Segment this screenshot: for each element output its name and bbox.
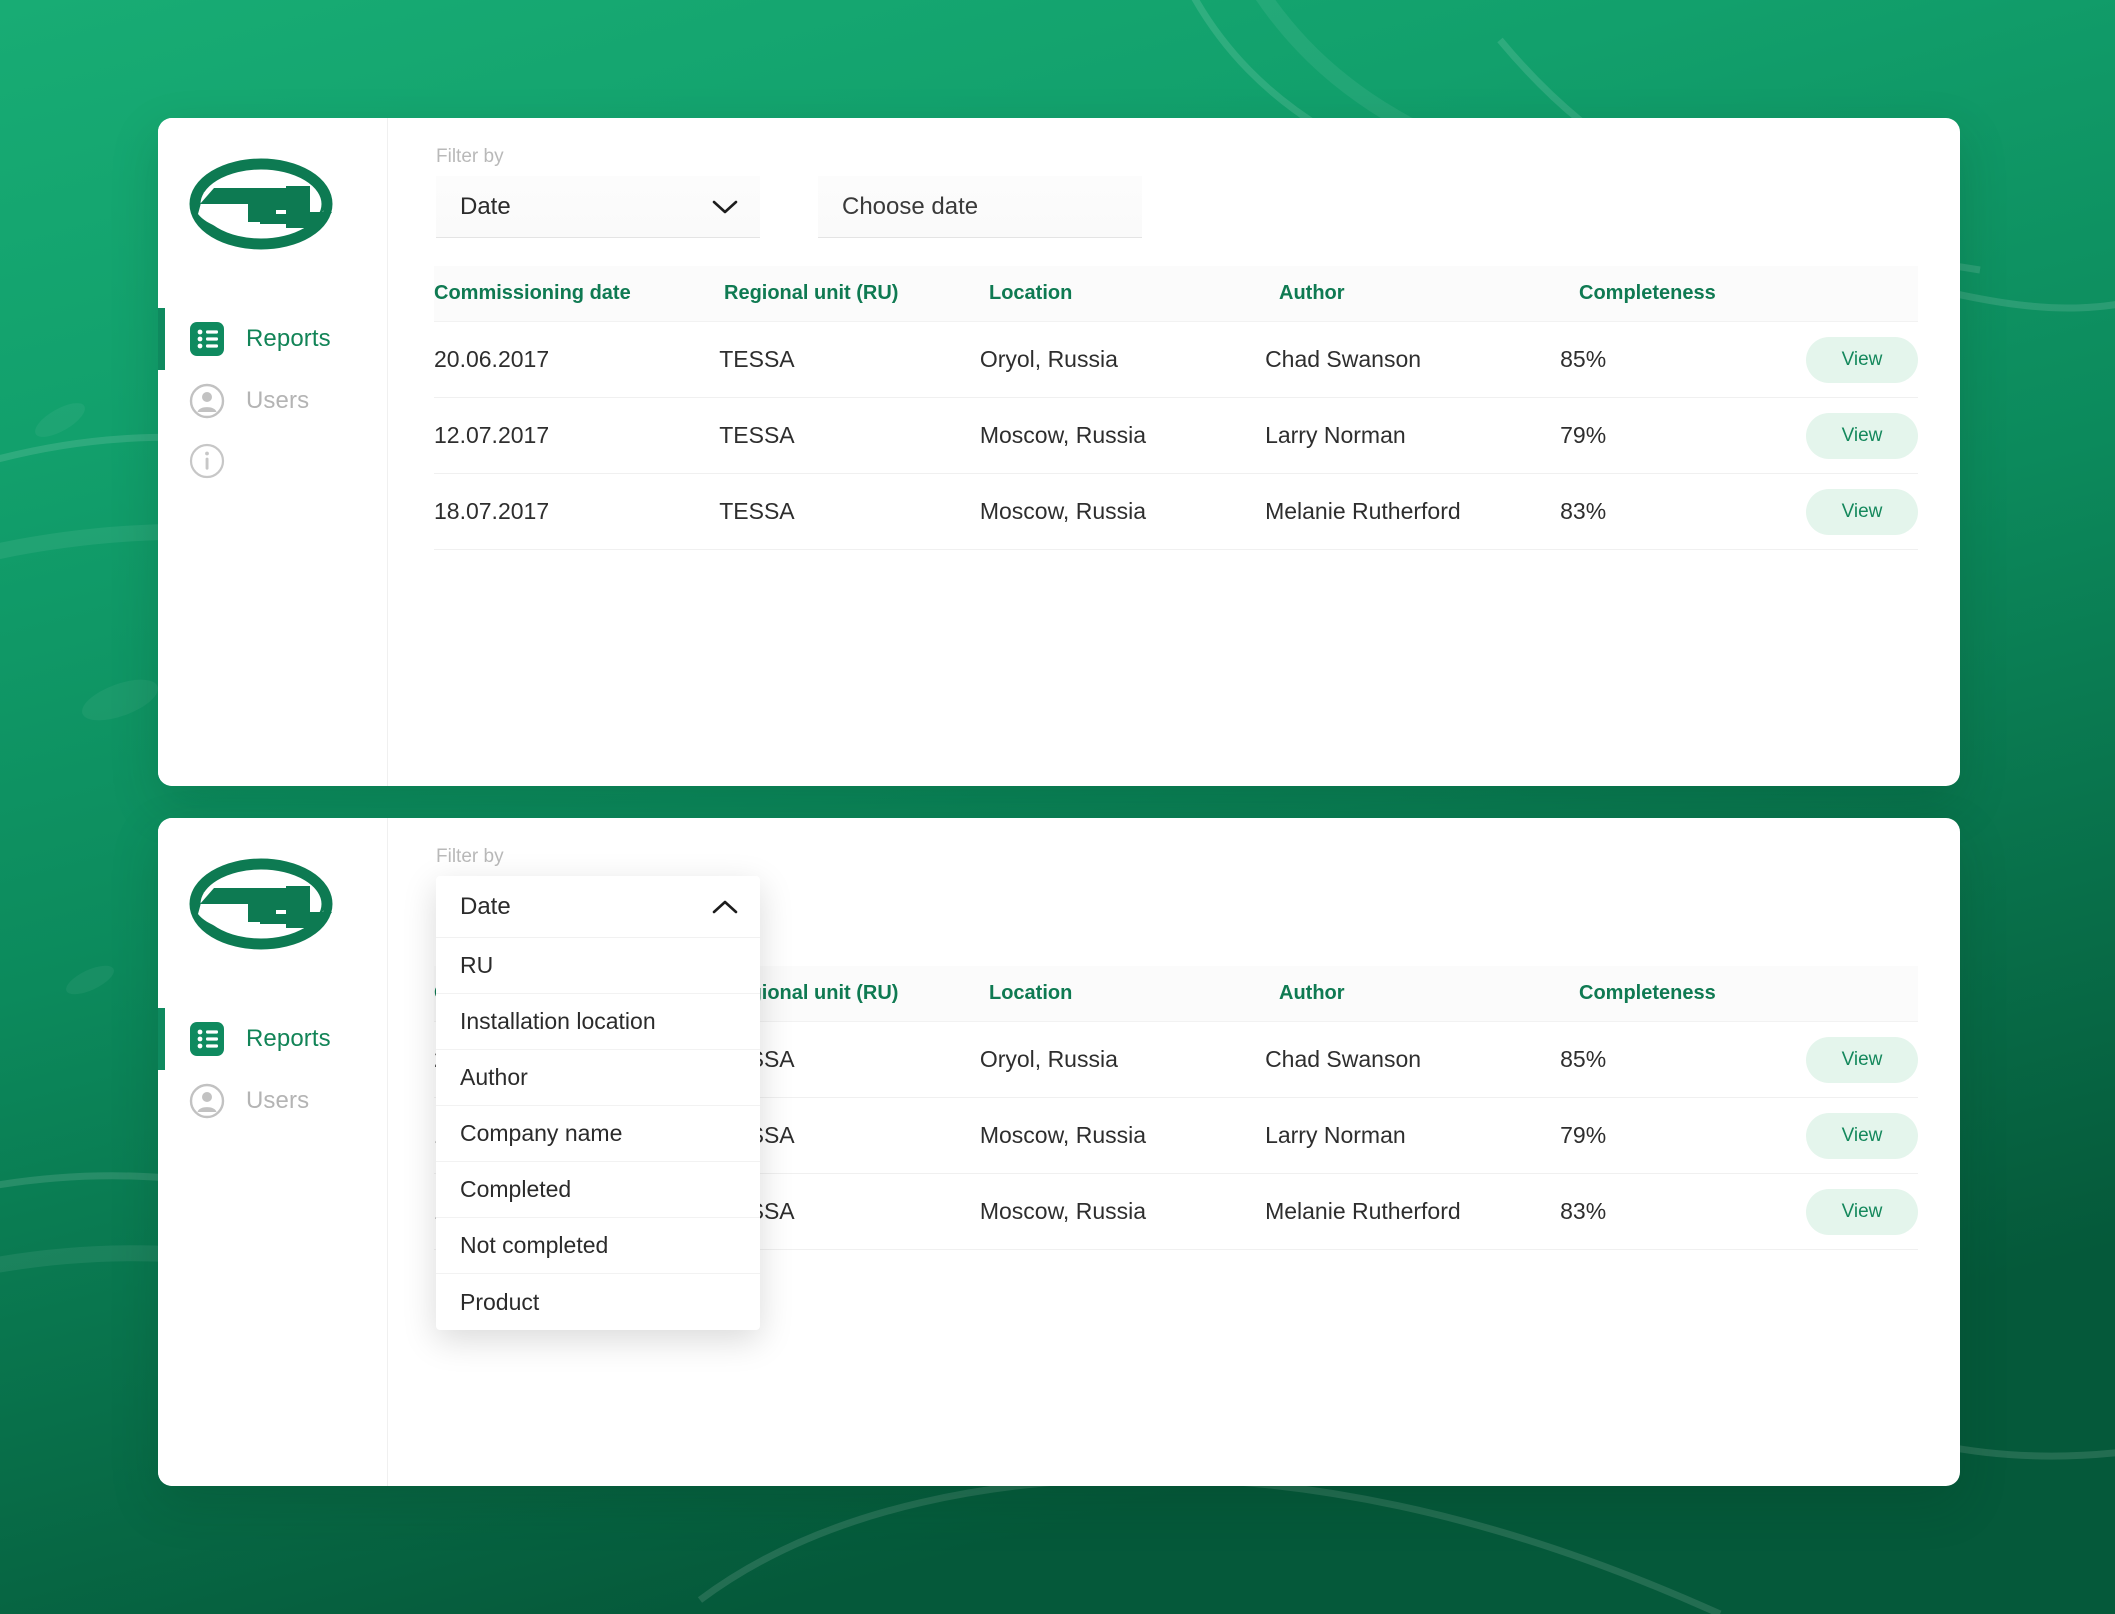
cell-commissioning-date: 18.07.2017 <box>434 498 550 524</box>
column-header-location: Location <box>989 282 1073 304</box>
cell-regional-unit: TESSA <box>719 422 795 448</box>
sidebar-item-label: Reports <box>246 325 331 352</box>
list-icon <box>188 1020 226 1058</box>
sidebar-item-reports[interactable]: Reports <box>158 308 387 370</box>
cell-completeness: 83% <box>1560 498 1607 524</box>
chevron-up-icon <box>712 899 738 915</box>
table-row: 12.07.2017 TESSA Moscow, Russia Larry No… <box>434 398 1918 474</box>
view-button[interactable]: View <box>1805 488 1918 535</box>
sidebar: Reports Users <box>158 818 388 1486</box>
column-header-regional-unit: Regional unit (RU) <box>724 982 899 1004</box>
sidebar-item-reports[interactable]: Reports <box>158 1008 387 1070</box>
cell-completeness: 83% <box>1560 1198 1607 1224</box>
tel-logo <box>186 152 336 256</box>
cell-author: Larry Norman <box>1265 422 1406 448</box>
filter-controls: Date Choose date <box>436 176 1142 238</box>
column-header-commissioning-date: Commissioning date <box>434 282 631 304</box>
column-header-regional-unit: Regional unit (RU) <box>724 282 899 304</box>
cell-author: Melanie Rutherford <box>1265 1198 1461 1224</box>
cell-commissioning-date: 20.06.2017 <box>434 346 550 372</box>
sidebar-nav: Reports Users <box>158 308 387 490</box>
cell-completeness: 79% <box>1560 1122 1607 1148</box>
column-header-completeness: Completeness <box>1579 982 1716 1004</box>
filter-by-label: Filter by <box>436 846 504 867</box>
view-button[interactable]: View <box>1805 1036 1918 1083</box>
sidebar-item-label: Users <box>246 387 310 414</box>
table-header-row: Commissioning date Regional unit (RU) Lo… <box>434 266 1918 322</box>
info-circle-icon <box>188 442 226 480</box>
cell-completeness: 85% <box>1560 346 1607 372</box>
sidebar-item-users[interactable]: Users <box>158 370 387 432</box>
sidebar-item-label: Users <box>246 1087 310 1114</box>
cell-author: Melanie Rutherford <box>1265 498 1461 524</box>
view-button[interactable]: View <box>1805 1112 1918 1159</box>
cell-location: Oryol, Russia <box>979 346 1118 372</box>
filter-option-ru[interactable]: RU <box>436 938 760 994</box>
reports-card-filter-open: Reports Users Filter by Commissioning da… <box>158 818 1960 1486</box>
reports-card: Reports Users Filter by Date Choose date… <box>158 118 1960 786</box>
chevron-down-icon <box>712 199 738 215</box>
table-row: 20.06.2017 TESSA Oryol, Russia Chad Swan… <box>434 322 1918 398</box>
column-header-location: Location <box>989 982 1073 1004</box>
choose-date-placeholder: Choose date <box>842 192 979 220</box>
user-circle-icon <box>188 1082 226 1120</box>
reports-table: Commissioning date Regional unit (RU) Lo… <box>434 266 1918 550</box>
column-header-author: Author <box>1279 982 1345 1004</box>
column-header-author: Author <box>1279 282 1345 304</box>
filter-select-value: Date <box>460 192 511 220</box>
filter-dropdown-toggle[interactable]: Date <box>436 876 760 938</box>
filter-option-not-completed[interactable]: Not completed <box>436 1218 760 1274</box>
filter-option-company-name[interactable]: Company name <box>436 1106 760 1162</box>
cell-regional-unit: TESSA <box>719 346 795 372</box>
sidebar-item-info[interactable] <box>158 432 387 490</box>
view-button[interactable]: View <box>1805 336 1918 383</box>
sidebar: Reports Users <box>158 118 388 786</box>
cell-regional-unit: TESSA <box>719 498 795 524</box>
cell-author: Chad Swanson <box>1265 346 1422 372</box>
cell-location: Moscow, Russia <box>979 1198 1147 1224</box>
filter-dropdown-menu: Date RU Installation location Author Com… <box>436 876 760 1330</box>
list-icon <box>188 320 226 358</box>
filter-by-label: Filter by <box>436 146 504 167</box>
filter-option-product[interactable]: Product <box>436 1274 760 1330</box>
cell-location: Moscow, Russia <box>979 1122 1147 1148</box>
cell-completeness: 79% <box>1560 422 1607 448</box>
filter-option-author[interactable]: Author <box>436 1050 760 1106</box>
cell-location: Moscow, Russia <box>979 498 1147 524</box>
cell-completeness: 85% <box>1560 1046 1607 1072</box>
reports-content: Filter by Commissioning date Regional un… <box>388 818 1960 1486</box>
view-button[interactable]: View <box>1805 1188 1918 1235</box>
cell-location: Oryol, Russia <box>979 1046 1118 1072</box>
sidebar-nav: Reports Users <box>158 1008 387 1132</box>
column-header-completeness: Completeness <box>1579 282 1716 304</box>
sidebar-item-users[interactable]: Users <box>158 1070 387 1132</box>
table-row: 18.07.2017 TESSA Moscow, Russia Melanie … <box>434 474 1918 550</box>
view-button[interactable]: View <box>1805 412 1918 459</box>
user-circle-icon <box>188 382 226 420</box>
sidebar-item-label: Reports <box>246 1025 331 1052</box>
choose-date-field[interactable]: Choose date <box>818 176 1142 238</box>
cell-commissioning-date: 12.07.2017 <box>434 422 550 448</box>
tel-logo <box>186 852 336 956</box>
reports-content: Filter by Date Choose date Commissioning… <box>388 118 1960 786</box>
filter-select[interactable]: Date <box>436 176 760 238</box>
cell-author: Larry Norman <box>1265 1122 1406 1148</box>
cell-author: Chad Swanson <box>1265 1046 1422 1072</box>
filter-option-installation-location[interactable]: Installation location <box>436 994 760 1050</box>
filter-option-completed[interactable]: Completed <box>436 1162 760 1218</box>
filter-select-value: Date <box>460 892 511 920</box>
cell-location: Moscow, Russia <box>979 422 1147 448</box>
